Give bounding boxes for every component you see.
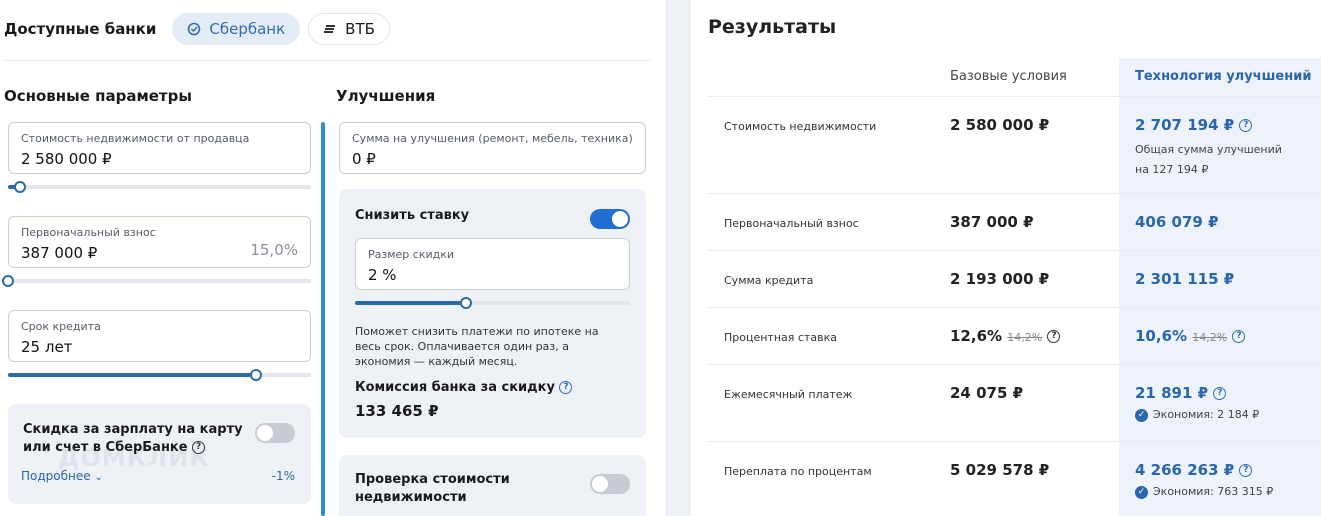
row-divider <box>708 441 1321 442</box>
tech-monthly-payment: 21 891 ₽ ? <box>1135 384 1227 402</box>
results-title: Результаты <box>708 16 837 38</box>
field-label: Стоимость недвижимости от продавца <box>21 132 250 145</box>
slider-knob[interactable] <box>2 275 14 287</box>
bank-chip-label: ВТБ <box>345 20 375 38</box>
slider-knob[interactable] <box>249 369 262 381</box>
row-divider <box>708 364 1321 365</box>
field-value: 387 000 ₽ <box>21 244 98 262</box>
salary-discount-toggle[interactable] <box>255 423 295 443</box>
field-label: Сумма на улучшения (ремонт, мебель, техн… <box>352 132 633 145</box>
banks-row: Доступные банки Сбербанк ВТБ <box>4 12 390 46</box>
monthly-savings-note: ✓ Экономия: 2 184 ₽ <box>1135 408 1259 422</box>
bank-chip-label: Сбербанк <box>209 20 286 38</box>
base-overpayment: 5 029 578 ₽ <box>950 461 1050 479</box>
improvements-title: Улучшения <box>336 87 436 105</box>
help-icon[interactable]: ? <box>1239 464 1253 477</box>
base-monthly-payment: 24 075 ₽ <box>950 384 1024 402</box>
salary-discount-value: -1% <box>271 469 295 483</box>
base-down-payment: 387 000 ₽ <box>950 213 1034 231</box>
down-payment-slider[interactable] <box>2 275 311 287</box>
field-label: Срок кредита <box>21 320 101 333</box>
property-check-card: Проверка стоимости недвижимости <box>339 455 646 516</box>
old-rate: 14,2% <box>1007 331 1043 344</box>
improvements-total-note: Общая сумма улучшений на 127 194 ₽ <box>1135 143 1282 176</box>
field-value: 25 лет <box>21 338 73 356</box>
main-params-title: Основные параметры <box>4 87 192 105</box>
sberbank-logo-icon <box>188 22 201 36</box>
help-icon[interactable]: ? <box>1047 330 1061 343</box>
bank-chip-sberbank[interactable]: Сбербанк <box>172 13 301 45</box>
commission-value: 133 465 ₽ <box>355 402 439 420</box>
row-label-loan-amount: Сумма кредита <box>724 274 814 287</box>
help-icon[interactable]: ? <box>1213 387 1227 400</box>
bank-chip-vtb[interactable]: ВТБ <box>308 13 390 45</box>
discount-size-slider[interactable] <box>355 297 630 309</box>
commission-label: Комиссия банка за скидку ? <box>355 380 573 395</box>
tech-property-price: 2 707 194 ₽ ? <box>1135 116 1253 134</box>
reduce-rate-title: Снизить ставку <box>355 208 470 223</box>
row-divider <box>708 193 1321 194</box>
property-price-field[interactable]: Стоимость недвижимости от продавца 2 580… <box>8 122 311 174</box>
reduce-rate-toggle[interactable] <box>590 209 630 229</box>
down-payment-field[interactable]: Первоначальный взнос 387 000 ₽ 15,0% <box>8 216 311 268</box>
reduce-rate-description: Поможет снизить платежи по ипотеке на ве… <box>355 325 599 368</box>
field-value: 2 580 000 ₽ <box>21 150 112 168</box>
row-label-interest-rate: Процентная ставка <box>724 331 837 344</box>
column-header-tech: Технология улучшений <box>1135 69 1312 84</box>
old-rate: 14,2% <box>1192 331 1228 344</box>
tech-overpayment: 4 266 263 ₽ ? <box>1135 461 1253 479</box>
salary-discount-card: Скидка за зарплату на карту или счет в С… <box>8 404 311 504</box>
reduce-rate-card: Снизить ставку Размер скидки 2 % Поможет… <box>339 189 646 438</box>
field-value: 0 ₽ <box>352 150 376 168</box>
check-icon: ✓ <box>1135 485 1148 499</box>
base-interest-rate: 12,6% 14,2% ? <box>950 327 1061 345</box>
parameters-panel: Доступные банки Сбербанк ВТБ Основные па… <box>0 0 667 516</box>
property-price-slider[interactable] <box>8 181 311 193</box>
loan-term-field[interactable]: Срок кредита 25 лет <box>8 310 311 362</box>
help-icon[interactable]: ? <box>559 381 573 394</box>
check-icon: ✓ <box>1135 408 1148 422</box>
row-divider <box>708 250 1321 251</box>
property-check-toggle[interactable] <box>590 474 630 494</box>
base-property-price: 2 580 000 ₽ <box>950 116 1050 134</box>
banks-title: Доступные банки <box>4 20 157 38</box>
base-loan-amount: 2 193 000 ₽ <box>950 270 1050 288</box>
tech-loan-amount: 2 301 115 ₽ <box>1135 270 1235 288</box>
help-icon[interactable]: ? <box>1239 119 1253 132</box>
chevron-down-icon: ⌄ <box>94 472 103 483</box>
field-label: Размер скидки <box>368 248 455 261</box>
help-icon[interactable]: ? <box>1232 330 1246 343</box>
improvements-amount-field[interactable]: Сумма на улучшения (ремонт, мебель, техн… <box>339 122 646 174</box>
slider-knob[interactable] <box>460 297 473 309</box>
row-label-overpayment: Переплата по процентам <box>724 465 872 478</box>
tech-down-payment: 406 079 ₽ <box>1135 213 1219 231</box>
improvements-indicator <box>321 122 325 516</box>
field-label: Первоначальный взнос <box>21 226 156 239</box>
domclick-watermark: ДОМКЛИК <box>58 444 210 472</box>
overpayment-savings-note: ✓ Экономия: 763 315 ₽ <box>1135 485 1273 499</box>
column-header-base: Базовые условия <box>950 69 1067 84</box>
results-panel: Результаты Базовые условия Технология ул… <box>691 0 1321 516</box>
row-divider <box>708 96 1321 97</box>
down-payment-percent: 15,0% <box>250 241 298 259</box>
vtb-logo-icon <box>324 25 336 33</box>
discount-size-field[interactable]: Размер скидки 2 % <box>355 238 630 290</box>
row-label-down-payment: Первоначальный взнос <box>724 217 859 230</box>
tech-interest-rate: 10,6% 14,2% ? <box>1135 327 1246 345</box>
row-label-property-price: Стоимость недвижимости <box>724 120 877 133</box>
divider <box>4 60 651 61</box>
property-check-title: Проверка стоимости недвижимости <box>355 472 510 505</box>
loan-term-slider[interactable] <box>8 369 311 381</box>
slider-knob[interactable] <box>13 181 26 193</box>
field-value: 2 % <box>368 266 397 284</box>
row-label-monthly-payment: Ежемесячный платеж <box>724 388 853 401</box>
row-divider <box>708 307 1321 308</box>
